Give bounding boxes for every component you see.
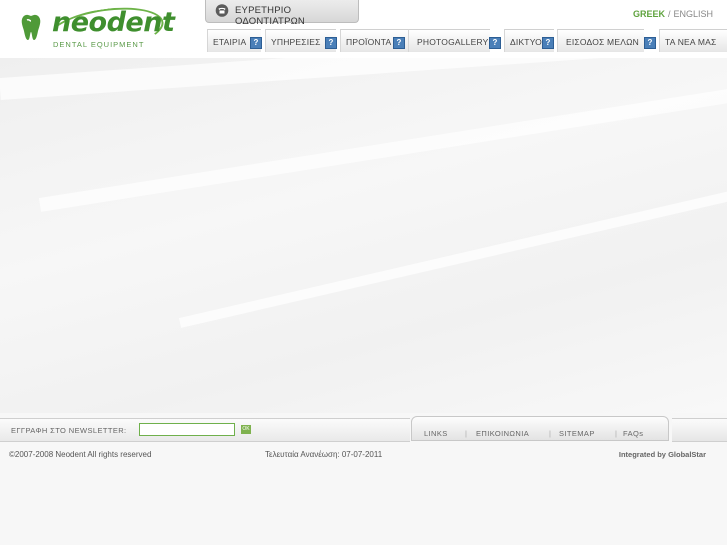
footer-link-separator: | — [465, 429, 467, 438]
newsletter-ok-button[interactable]: OK — [241, 425, 251, 434]
neodent-logo[interactable]: neodent DENTAL EQUIPMENT — [20, 1, 175, 59]
main-nav: ΕΤΑΙΡΙΑ ? ΥΠΗΡΕΣΙΕΣ ? ΠΡΟΪΟΝΤΑ ? PHOTOGA… — [207, 29, 727, 52]
nav-label: PHOTOGALLERY — [417, 37, 489, 47]
nav-bullet-icon: ? — [489, 37, 501, 49]
site-header: neodent DENTAL EQUIPMENT ΕΥΡΕΤΗΡΙΟ ΟΔΟΝΤ… — [0, 0, 727, 59]
nav-label: ΕΤΑΙΡΙΑ — [213, 37, 247, 47]
nav-label: ΔΙΚΤΥΟ — [510, 37, 542, 47]
nav-label: ΥΠΗΡΕΣΙΕΣ — [271, 37, 321, 47]
lang-english-link[interactable]: ENGLISH — [673, 9, 713, 19]
background-streak — [0, 58, 727, 100]
dentist-directory-label: ΕΥΡΕΤΗΡΙΟ ΟΔΟΝΤΙΑΤΡΩΝ — [235, 5, 305, 27]
dentist-directory-button[interactable]: ΕΥΡΕΤΗΡΙΟ ΟΔΟΝΤΙΑΤΡΩΝ — [205, 0, 359, 27]
nav-item-photogallery[interactable]: PHOTOGALLERY — [408, 29, 490, 52]
nav-bullet-icon: ? — [644, 37, 656, 49]
footer-link-separator: | — [615, 429, 617, 438]
footer-link-faqs[interactable]: FAQs — [623, 429, 643, 438]
logo-subtitle: DENTAL EQUIPMENT — [53, 40, 145, 49]
lang-greek-link[interactable]: GREEK — [633, 9, 665, 19]
nav-bullet-icon: ? — [542, 37, 554, 49]
last-updated-text: Τελευταία Ανανέωση: 07-07-2011 — [265, 450, 383, 459]
background-streak — [38, 85, 727, 212]
nav-item-members-login[interactable]: ΕΙΣΟΔΟΣ ΜΕΛΩΝ — [557, 29, 644, 52]
logo-text: neodent — [52, 7, 175, 38]
footer-link-links[interactable]: LINKS — [424, 429, 448, 438]
footer-right-cap — [672, 418, 727, 442]
nav-label: ΠΡΟΪΟΝΤΑ — [346, 37, 392, 47]
nav-label: ΕΙΣΟΔΟΣ ΜΕΛΩΝ — [566, 37, 639, 47]
integrated-by-link[interactable]: Integrated by GlobalStar — [619, 450, 706, 459]
footer-links: LINKS | ΕΠΙΚΟΙΝΩΝΙΑ | SITEMAP | FAQs — [411, 416, 669, 441]
footer-link-separator: | — [549, 429, 551, 438]
lang-separator: / — [667, 9, 671, 19]
background-streak — [178, 183, 727, 328]
copyright-text: ©2007-2008 Neodent All rights reserved — [9, 450, 152, 459]
nav-bullet-icon: ? — [393, 37, 405, 49]
nav-bullet-icon: ? — [250, 37, 262, 49]
footer-link-sitemap[interactable]: SITEMAP — [559, 429, 595, 438]
main-content-area — [0, 58, 727, 413]
nav-bullet-icon: ? — [325, 37, 337, 49]
footer-bar: ΕΓΓΡΑΦΗ ΣΤΟ NEWSLETTER: OK LINKS | ΕΠΙΚΟ… — [0, 414, 727, 442]
newsletter-email-input[interactable] — [139, 423, 235, 436]
language-switcher: GREEK / ENGLISH — [633, 9, 713, 19]
nav-item-news[interactable]: ΤΑ ΝΕΑ ΜΑΣ — [659, 29, 727, 52]
newsletter-label: ΕΓΓΡΑΦΗ ΣΤΟ NEWSLETTER: — [11, 426, 127, 435]
nav-label: ΤΑ ΝΕΑ ΜΑΣ — [665, 37, 717, 47]
tooth-logo-icon — [21, 14, 41, 40]
footer-link-contact[interactable]: ΕΠΙΚΟΙΝΩΝΙΑ — [476, 429, 529, 438]
phone-icon — [215, 4, 229, 17]
newsletter-area: ΕΓΓΡΑΦΗ ΣΤΟ NEWSLETTER: OK — [0, 418, 410, 442]
